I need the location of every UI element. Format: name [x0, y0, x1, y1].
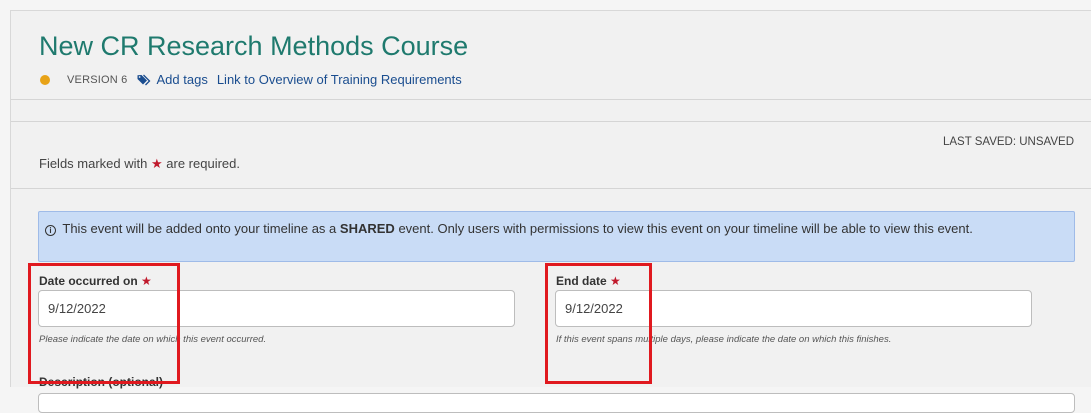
date-occurred-label: Date occurred on ★	[39, 274, 152, 288]
required-star-icon: ★	[151, 156, 163, 171]
date-occurred-label-text: Date occurred on	[39, 274, 138, 288]
info-icon: i	[45, 225, 56, 236]
end-date-help: If this event spans multiple days, pleas…	[556, 334, 892, 345]
divider	[11, 121, 1091, 122]
status-dot-icon	[40, 74, 50, 85]
required-note-suffix: are required.	[166, 156, 240, 171]
course-form-page: New CR Research Methods Course VERSION 6…	[10, 10, 1091, 413]
info-text-pre: This event will be added onto your timel…	[62, 221, 337, 236]
date-occurred-help: Please indicate the date on which this e…	[39, 334, 267, 345]
end-date-label-text: End date	[556, 274, 607, 288]
required-fields-note: Fields marked with ★ are required.	[39, 156, 240, 172]
required-star-icon: ★	[141, 274, 152, 288]
training-requirements-link[interactable]: Link to Overview of Training Requirement…	[217, 72, 462, 87]
info-text-post: event. Only users with permissions to vi…	[398, 221, 973, 236]
page-title: New CR Research Methods Course	[39, 31, 469, 61]
last-saved-status: LAST SAVED: UNSAVED	[942, 136, 1074, 148]
required-star-icon: ★	[610, 274, 621, 288]
info-text-bold: SHARED	[339, 221, 395, 236]
description-input[interactable]	[38, 393, 1075, 413]
shared-event-info-box: i This event will be added onto your tim…	[38, 211, 1075, 262]
version-label: VERSION 6	[67, 73, 128, 86]
required-note-prefix: Fields marked with	[39, 156, 148, 171]
tag-icon[interactable]	[137, 74, 152, 86]
divider	[11, 188, 1091, 189]
end-date-label: End date ★	[556, 274, 621, 288]
divider	[11, 99, 1091, 100]
end-date-input[interactable]	[555, 290, 1032, 327]
title-meta-row: VERSION 6 Add tags Link to Overview of T…	[40, 72, 462, 87]
date-occurred-input[interactable]	[38, 290, 515, 327]
add-tags-link[interactable]: Add tags	[157, 72, 208, 87]
